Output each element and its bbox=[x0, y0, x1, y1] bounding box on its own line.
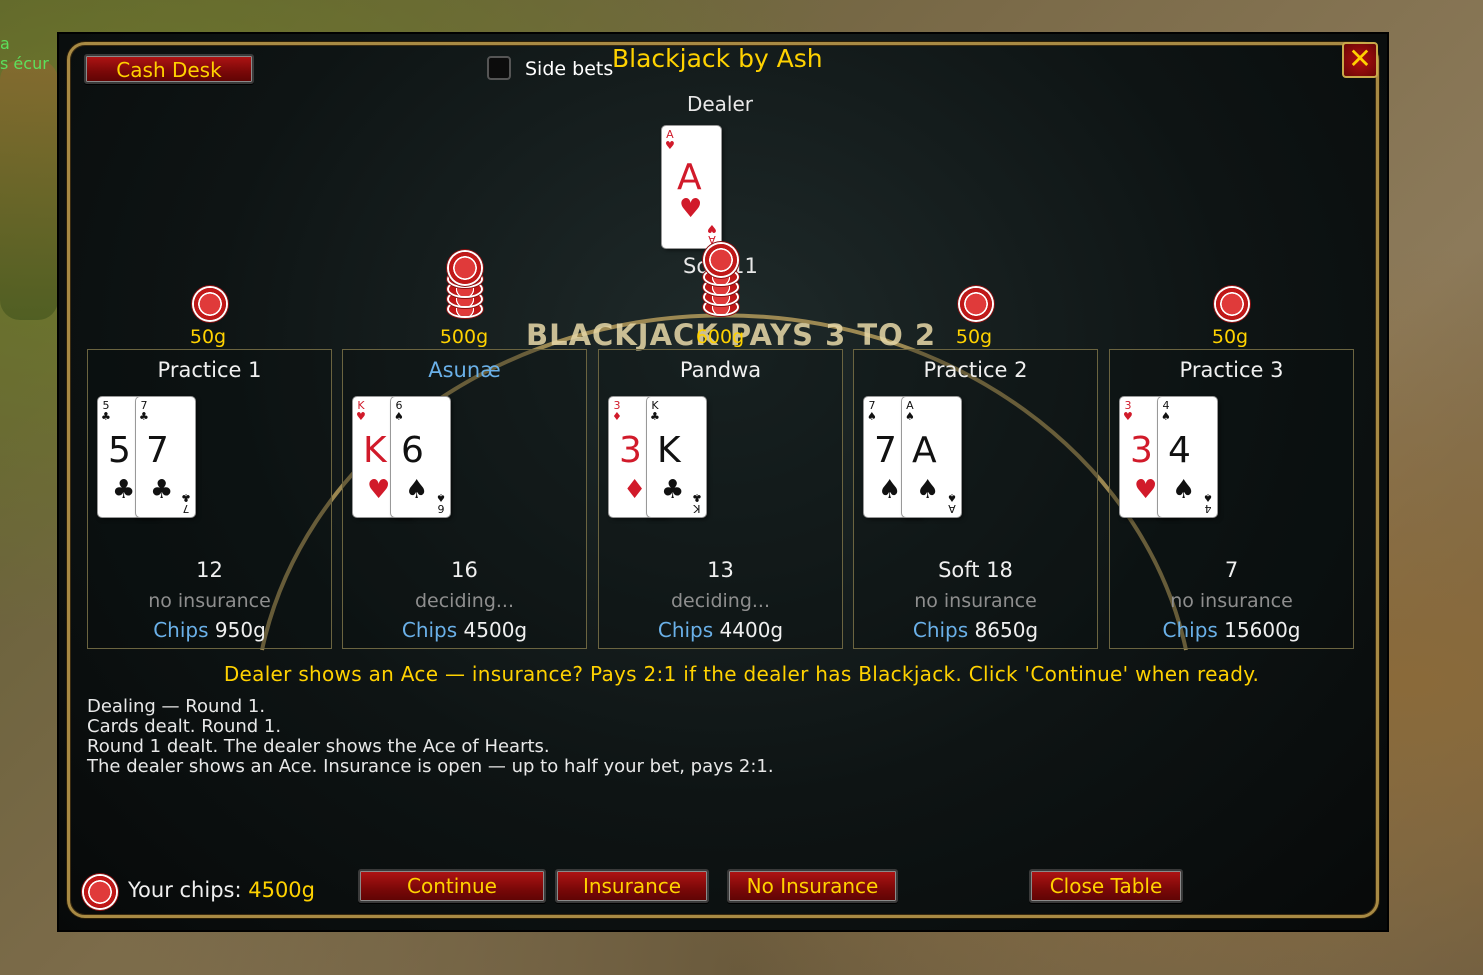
game-log: Dealing — Round 1. Cards dealt. Round 1.… bbox=[87, 697, 774, 777]
insurance-status: deciding... bbox=[414, 590, 515, 612]
seat-name: Pandwa bbox=[679, 358, 762, 382]
seat-chips: Chips 950g bbox=[153, 618, 266, 642]
playing-card: 7 ♣ 7 ♣ 7 ♣ bbox=[136, 397, 195, 517]
diamond-icon: ♦ bbox=[623, 475, 647, 505]
hand-total: 16 bbox=[451, 558, 478, 582]
spade-icon: ♠ bbox=[1172, 475, 1196, 505]
seat-1-bet: 50g bbox=[189, 326, 227, 348]
playing-card: A ♠ A ♠ A ♠ bbox=[902, 397, 961, 517]
hand-total: 12 bbox=[196, 558, 223, 582]
insurance-status: deciding... bbox=[670, 590, 771, 612]
seat-chips: Chips 4400g bbox=[657, 618, 784, 642]
seat-5-chip bbox=[1216, 288, 1248, 320]
seat-practice-2: Practice 2 7 ♠ 7 ♠ A ♠ A ♠ A ♠ Soft 18 no i… bbox=[853, 349, 1098, 649]
hand-total: Soft 18 bbox=[938, 558, 1013, 582]
card-corner-rotated: A ♥ bbox=[707, 222, 717, 246]
seat-name: Practice 1 bbox=[157, 358, 262, 382]
continue-button[interactable]: Continue bbox=[358, 869, 546, 903]
insurance-status: no insurance bbox=[148, 590, 271, 612]
club-icon: ♣ bbox=[150, 475, 174, 505]
seat-chips: Chips 8650g bbox=[912, 618, 1039, 642]
log-line: Cards dealt. Round 1. bbox=[87, 716, 282, 737]
heart-icon: ♥ bbox=[367, 475, 391, 505]
seat-1-chip bbox=[194, 288, 226, 320]
seat-chips: Chips 15600g bbox=[1162, 618, 1301, 642]
insurance-button[interactable]: Insurance bbox=[555, 869, 709, 903]
playing-card: 4 ♠ 4 ♠ 4 ♠ bbox=[1158, 397, 1217, 517]
seat-4-bet: 50g bbox=[955, 326, 993, 348]
seat-practice-3: Practice 3 3 ♥ 3 ♥ 4 ♠ 4 ♠ 4 ♠ 7 no insuran… bbox=[1109, 349, 1354, 649]
dealer-card-up: A ♥ A ♥ A ♥ bbox=[662, 126, 721, 248]
no-insurance-button[interactable]: No Insurance bbox=[727, 869, 898, 903]
seat-asunae: Asunæ K ♥ K ♥ 6 ♠ 6 ♠ 6 ♠ 16 deciding... Ch… bbox=[342, 349, 587, 649]
heart-icon: ♥ bbox=[679, 194, 703, 224]
log-line: Dealing — Round 1. bbox=[87, 696, 266, 717]
card-corner: A ♥ bbox=[665, 128, 675, 152]
side-bets-checkbox[interactable] bbox=[487, 56, 511, 80]
spade-icon: ♠ bbox=[878, 475, 902, 505]
insurance-status: no insurance bbox=[1170, 590, 1293, 612]
club-icon: ♣ bbox=[112, 475, 136, 505]
seat-5-bet: 50g bbox=[1211, 326, 1249, 348]
seat-chips: Chips 4500g bbox=[401, 618, 528, 642]
heart-icon: ♥ bbox=[1134, 475, 1158, 505]
seat-4-chip bbox=[960, 288, 992, 320]
seat-2-bet: 500g bbox=[439, 326, 489, 348]
seat-name: Asunæ bbox=[428, 358, 501, 382]
insurance-status: no insurance bbox=[914, 590, 1037, 612]
log-line: The dealer shows an Ace. Insurance is op… bbox=[87, 756, 774, 777]
dealer-label: Dealer bbox=[686, 92, 754, 116]
cash-desk-button[interactable]: Cash Desk bbox=[84, 54, 254, 84]
spade-icon: ♠ bbox=[405, 475, 429, 505]
close-table-button[interactable]: Close Table bbox=[1029, 869, 1183, 903]
your-chip-icon bbox=[84, 876, 116, 908]
seat-name: Practice 2 bbox=[923, 358, 1028, 382]
side-bets-label: Side bets bbox=[525, 58, 614, 80]
playing-card: 6 ♠ 6 ♠ 6 ♠ bbox=[391, 397, 450, 517]
seat-name: Practice 3 bbox=[1179, 358, 1284, 382]
playing-card: K ♣ K ♣ K ♣ bbox=[647, 397, 706, 517]
your-chips: Your chips: 4500g bbox=[128, 878, 315, 902]
close-icon[interactable]: ✕ bbox=[1342, 42, 1378, 78]
seat-practice-1: Practice 1 5 ♣ 5 ♣ 7 ♣ 7 ♣ 7 ♣ 12 no insura… bbox=[87, 349, 332, 649]
hand-total: 7 bbox=[1224, 558, 1239, 582]
club-icon: ♣ bbox=[661, 475, 685, 505]
seat-pandwa: Pandwa 3 ♦ 3 ♦ K ♣ K ♣ K ♣ 13 deciding... C… bbox=[598, 349, 843, 649]
spade-icon: ♠ bbox=[916, 475, 940, 505]
card-rank: A bbox=[677, 157, 702, 198]
window-title: Blackjack by Ash bbox=[612, 44, 823, 73]
seat-3-bet: 600g bbox=[695, 326, 745, 348]
hand-total: 13 bbox=[707, 558, 734, 582]
log-line: Round 1 dealt. The dealer shows the Ace … bbox=[87, 736, 550, 757]
insurance-prompt: Dealer shows an Ace — insurance? Pays 2:… bbox=[223, 662, 1260, 686]
